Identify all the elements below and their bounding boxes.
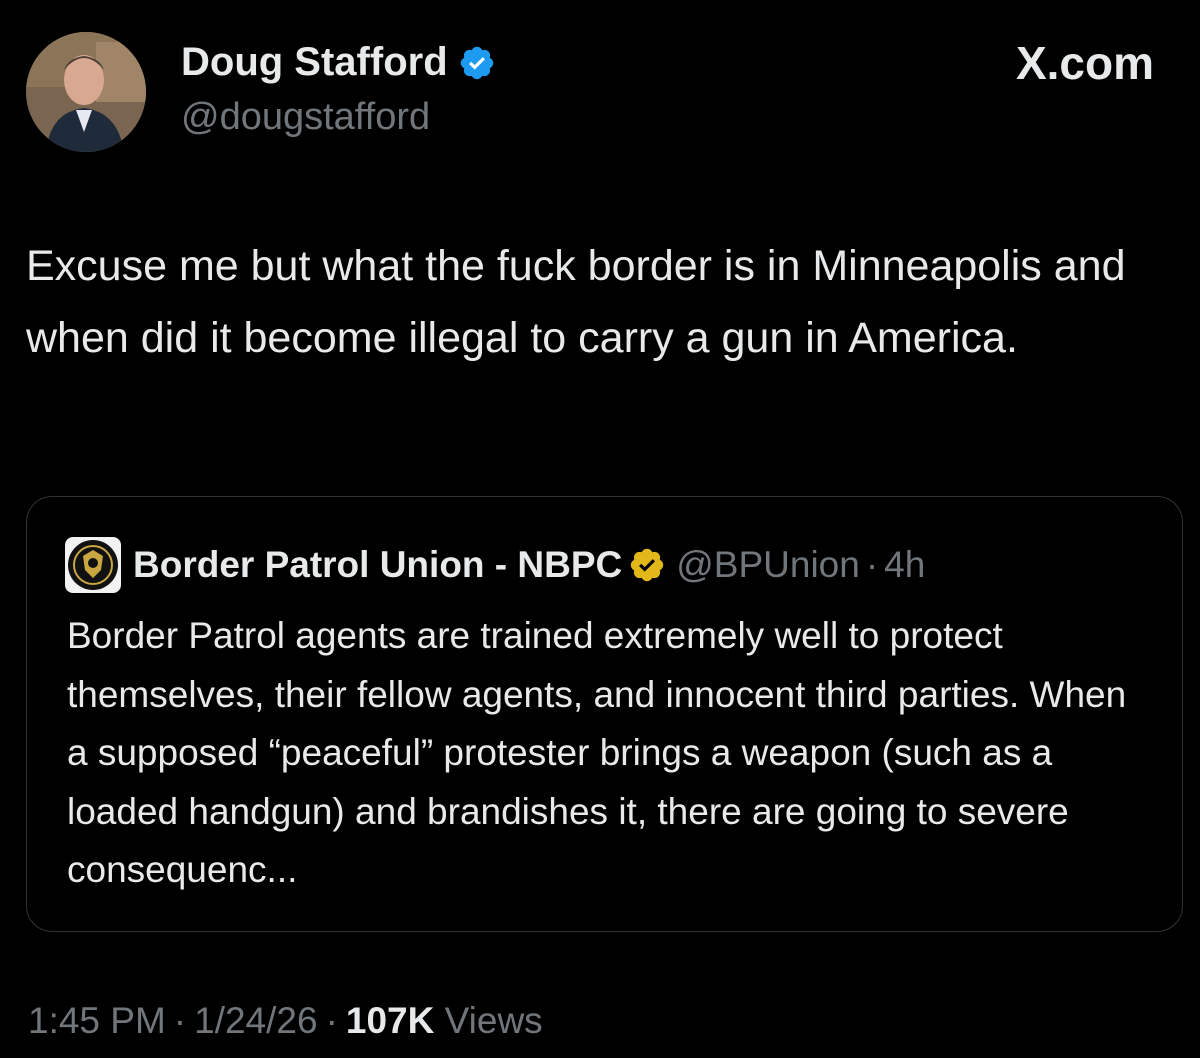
quoted-tweet-time[interactable]: 4h [884,544,925,586]
tweet-screenshot: Doug Stafford @dougstafford X.com Excuse… [0,0,1200,1058]
tweet-text: Excuse me but what the fuck border is in… [26,242,1126,362]
quoted-tweet-card[interactable]: Border Patrol Union - NBPC @BPUnion · 4h… [26,496,1183,932]
views-label: Views [444,1000,543,1041]
separator-dot: · [865,544,879,585]
tweet-date[interactable]: 1/24/26 [194,1000,317,1041]
quoted-author-handle[interactable]: @BPUnion [676,544,860,586]
author-name-row[interactable]: Doug Stafford [181,40,496,85]
tweet-meta: 1:45 PM · 1/24/26 · 107K Views [28,1000,543,1042]
author-handle[interactable]: @dougstafford [181,96,430,139]
author-name[interactable]: Doug Stafford [181,40,448,85]
quoted-tweet-text: Border Patrol agents are trained extreme… [67,615,1127,890]
nbpc-logo-icon [65,537,121,593]
tweet-time[interactable]: 1:45 PM [28,1000,166,1041]
quoted-tweet-header: Border Patrol Union - NBPC @BPUnion · 4h [65,537,925,593]
quoted-author-name[interactable]: Border Patrol Union - NBPC [133,544,622,586]
verified-badge-icon [460,46,493,79]
brand-label: X.com [1015,37,1154,89]
avatar-photo [26,32,146,152]
views-count: 107K [345,1000,435,1041]
gold-verified-badge-icon [631,548,664,582]
separator-dot: · [173,1000,187,1041]
author-avatar[interactable] [26,32,146,152]
separator-dot: · [325,1000,338,1041]
